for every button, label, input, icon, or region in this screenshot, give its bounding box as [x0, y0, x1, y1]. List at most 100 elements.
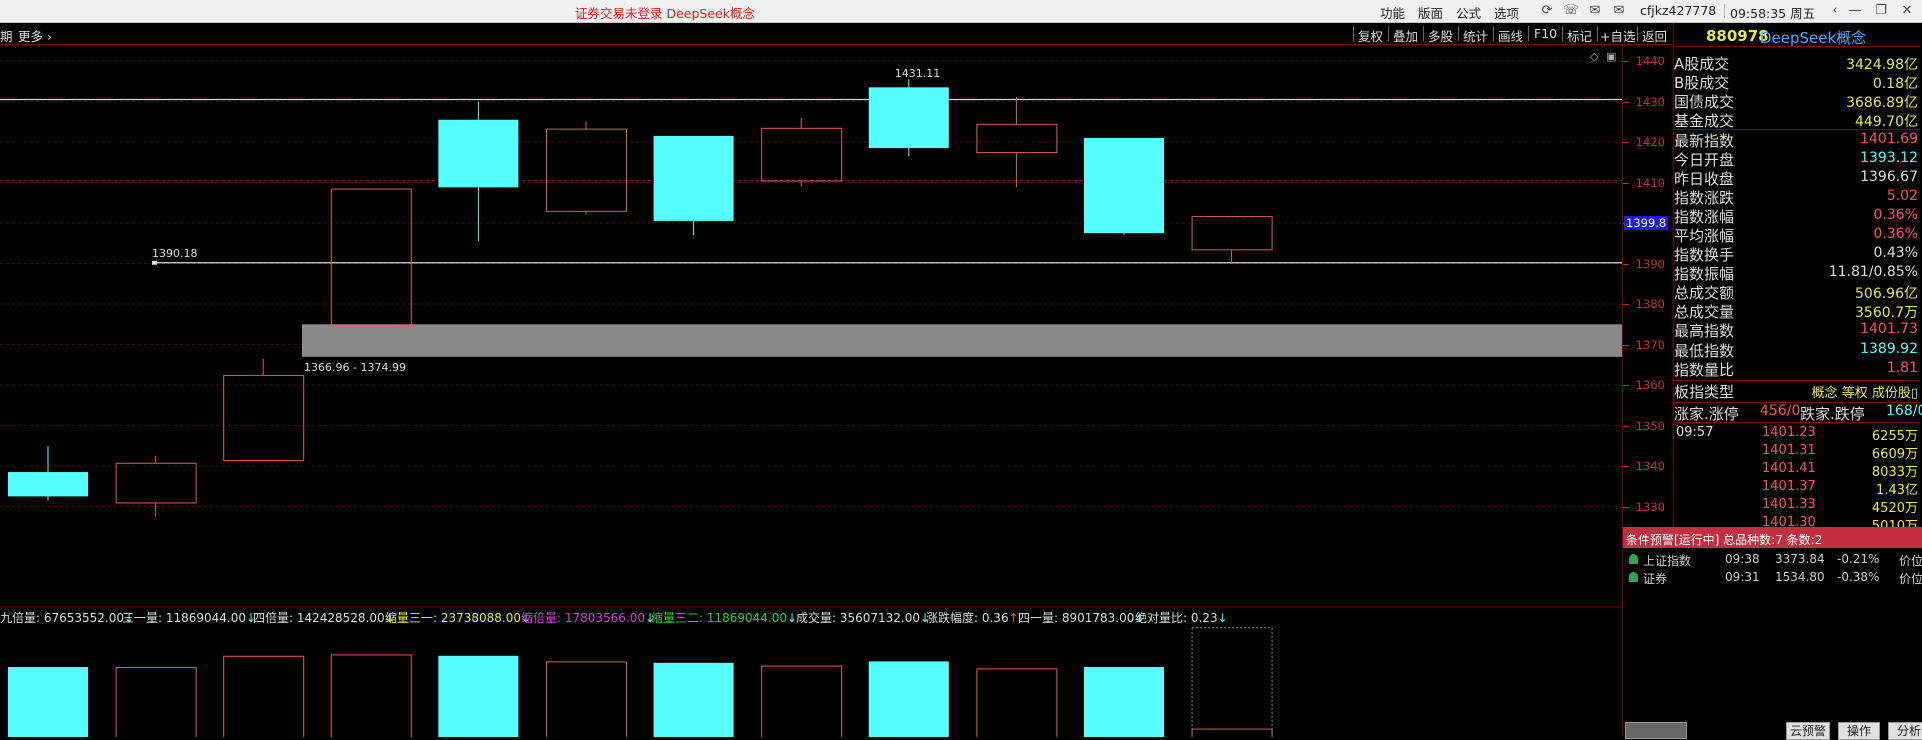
price-axis: 1440143014201410140013901380137013601350…	[1622, 44, 1673, 607]
volume-bar	[1084, 667, 1164, 737]
close-icon[interactable]: ✕	[1898, 2, 1916, 20]
divider	[1493, 26, 1494, 41]
panel-row: 最高指数 1401.73	[1674, 320, 1920, 340]
board-type-value[interactable]: 概念 等权 成份股▯	[1812, 382, 1918, 401]
more-button[interactable]: 更多 ›	[18, 26, 52, 45]
alert-pct: -0.21%	[1837, 552, 1880, 566]
bell-icon	[1629, 572, 1638, 582]
fuquan-button[interactable]: 复权	[1358, 26, 1383, 45]
bell-icon	[1629, 554, 1638, 564]
mark-button[interactable]: 标记	[1567, 26, 1592, 45]
candlestick-chart[interactable]: 1390.18 1366.96 - 1374.99 1431.11 ◇ ▣ 九倍量: 67…	[0, 44, 1622, 737]
divider	[1423, 26, 1424, 41]
panel-row-label: 今日开盘	[1674, 150, 1735, 169]
volume-bar	[8, 667, 88, 737]
panel-row-value: 3560.7万	[1855, 305, 1918, 322]
operate-button[interactable]: 操作	[1838, 722, 1880, 740]
menu-layout[interactable]: 版面	[1418, 3, 1443, 22]
panel-row: 指数量比 1.81	[1674, 359, 1920, 379]
price-axis-label: 1370	[1635, 337, 1665, 352]
candle-body	[653, 135, 734, 221]
candle-body	[546, 128, 627, 212]
tick-row: 1401.31 6609万	[1674, 443, 1920, 462]
alert-price: 3373.84	[1775, 552, 1825, 566]
stats-button[interactable]: 统计	[1463, 26, 1488, 45]
return-button[interactable]: 返回	[1642, 26, 1667, 45]
alert-row[interactable]: 上证指数 09:38 3373.84 -0.21% 价位	[1623, 552, 1922, 569]
analyze-button[interactable]: 分析	[1888, 722, 1922, 740]
message-icon[interactable]: ✉	[1586, 2, 1604, 20]
price-axis-label: 1440	[1635, 54, 1665, 68]
volume-projection-box	[1191, 627, 1273, 737]
price-axis-tick	[1623, 304, 1629, 305]
refresh-icon[interactable]: ⟳	[1538, 2, 1556, 20]
panel-row: 基金成交 449.70亿	[1674, 110, 1920, 131]
divider	[1637, 26, 1638, 41]
cloud-alert-button[interactable]: 云预警	[1786, 722, 1830, 740]
alert-header: 条件预警[运行中] 总品种数:7 条数:2	[1623, 527, 1922, 548]
indicator-value: 绝对量比: 0.23	[1135, 610, 1218, 625]
tick-volume: 6609万	[1871, 447, 1918, 462]
price-axis-tick	[1623, 385, 1629, 386]
draw-line-button[interactable]: 画线	[1498, 26, 1523, 45]
price-zone-band	[302, 324, 1622, 357]
volume-bar	[330, 654, 412, 737]
candle-body	[8, 472, 88, 497]
phone-icon[interactable]: ☏	[1562, 2, 1580, 20]
alert-price: 1534.80	[1775, 570, 1825, 584]
volume-bar	[1191, 728, 1273, 737]
panel-row-value: 0.36%	[1873, 225, 1918, 242]
minimize-icon[interactable]: —	[1846, 2, 1864, 20]
volume-bar	[653, 662, 734, 737]
panel-row: 最低指数 1389.92	[1674, 340, 1920, 360]
alert-row[interactable]: 证券 09:31 1534.80 -0.38% 价位	[1623, 570, 1922, 587]
back-arrow-icon[interactable]: ‹	[1826, 2, 1844, 20]
panel-row-value: 11.81/0.85%	[1828, 264, 1918, 281]
indicator-line: 九倍量: 67653552.00↓三一量: 11869044.00↓四倍量: 1…	[0, 610, 1228, 625]
volume-bar	[115, 667, 197, 737]
restore-icon[interactable]: ❐	[1872, 2, 1890, 20]
add-watchlist-button[interactable]: +自选	[1600, 26, 1635, 45]
panel-row-value: 0.36%	[1873, 206, 1918, 223]
clock: 09:58:35 周五	[1730, 6, 1816, 21]
menu-options[interactable]: 选项	[1494, 3, 1519, 22]
current-price-marker: 1399.8	[1624, 215, 1669, 230]
panel-row: 最新指数 1401.69	[1674, 129, 1920, 150]
panel-header: 880978 DeepSeek概念	[1674, 26, 1920, 47]
f10-button[interactable]: F10	[1534, 26, 1557, 41]
down-count-label: 跌家.跌停	[1800, 405, 1865, 423]
candle-body	[223, 374, 305, 461]
index-name: DeepSeek概念	[1760, 29, 1867, 47]
volume-bar	[438, 655, 519, 737]
up-count-label: 涨家.涨停	[1674, 405, 1739, 423]
volume-bar	[976, 668, 1058, 737]
candle-body	[761, 127, 843, 182]
panel-row-label: 基金成交	[1674, 112, 1735, 131]
tick-price: 1401.33	[1762, 497, 1816, 512]
candle-body	[868, 87, 949, 149]
panel-row: 总成交量 3560.7万	[1674, 301, 1920, 322]
period-label[interactable]: 期	[0, 26, 13, 45]
multi-stock-button[interactable]: 多股	[1428, 26, 1453, 45]
candle-body	[1191, 216, 1273, 251]
alert-tab[interactable]	[1625, 722, 1687, 739]
window-icon: ▣	[1606, 50, 1616, 63]
price-axis-tick	[1623, 344, 1629, 346]
divider	[1353, 26, 1354, 41]
tick-price: 1401.31	[1762, 443, 1816, 458]
candle-body	[330, 188, 412, 328]
price-axis-tick	[1623, 466, 1629, 467]
price-axis-label: 1340	[1635, 459, 1665, 473]
menu-function[interactable]: 功能	[1380, 3, 1405, 22]
overlay-button[interactable]: 叠加	[1393, 26, 1418, 45]
panel-row-value: 0.18亿	[1872, 76, 1918, 93]
menu-formula[interactable]: 公式	[1456, 3, 1481, 22]
price-zone-label: 1366.96 - 1374.99	[304, 361, 406, 374]
user-account[interactable]: cfjkz427778	[1640, 3, 1716, 18]
divider	[1528, 26, 1529, 41]
panel-row: 平均涨幅 0.36%	[1674, 225, 1920, 245]
mail-icon[interactable]: ✉	[1610, 2, 1628, 20]
price-axis-label: 1360	[1635, 378, 1665, 392]
alert-pct: -0.38%	[1837, 570, 1880, 584]
diamond-icon: ◇	[1590, 50, 1599, 63]
